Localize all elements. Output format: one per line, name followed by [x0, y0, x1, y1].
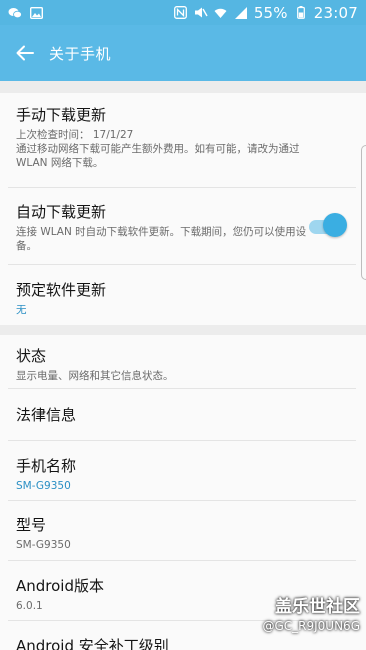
status-item[interactable]: 状态 显示电量、网络和其它信息状态。 — [0, 335, 366, 389]
battery-icon — [294, 6, 308, 19]
item-value: SM-G9350 — [16, 539, 71, 551]
page-title: 关于手机 — [49, 44, 112, 63]
item-title: 法律信息 — [16, 406, 77, 424]
item-title: Android 安全补丁级别 — [16, 637, 169, 650]
item-description: 通过移动网络下载可能产生额外费用。如有可能，请改为通过 WLAN 网络下载。 — [16, 143, 300, 169]
mute-icon — [194, 7, 208, 19]
item-title: Android版本 — [16, 577, 104, 595]
auto-update-toggle[interactable] — [309, 213, 347, 241]
signal-icon — [234, 6, 248, 19]
image-icon — [29, 6, 43, 19]
device-name-item[interactable]: 手机名称 SM-G9350 — [0, 441, 366, 501]
settings-list: 手动下载更新 上次检查时间： 17/1/27 通过移动网络下载可能产生额外费用。… — [0, 81, 366, 650]
last-check-text: 上次检查时间： 17/1/27 — [16, 129, 134, 141]
item-title: 手机名称 — [16, 457, 77, 475]
item-description: 连接 WLAN 时自动下载软件更新。下载期间，您仍可以使用设备。 — [16, 226, 307, 252]
wechat-icon — [8, 7, 22, 19]
watermark-user: @GC_R9J0UN6G — [262, 619, 360, 633]
item-value: SM-G9350 — [16, 480, 71, 492]
watermark: 盖乐世社区 @GC_R9J0UN6G — [262, 596, 360, 634]
watermark-brand: 盖乐世社区 — [275, 597, 360, 617]
arrow-left-icon — [16, 45, 34, 61]
clock: 23:07 — [313, 3, 358, 22]
item-title: 状态 — [16, 347, 47, 365]
legal-info-item[interactable]: 法律信息 — [0, 389, 366, 441]
battery-level: 55% — [253, 3, 288, 22]
updates-card: 手动下载更新 上次检查时间： 17/1/27 通过移动网络下载可能产生额外费用。… — [0, 93, 366, 325]
item-description: 显示电量、网络和其它信息状态。 — [16, 370, 174, 382]
section-gap — [0, 325, 366, 335]
item-title: 型号 — [16, 516, 47, 534]
auto-download-update-item[interactable]: 自动下载更新 连接 WLAN 时自动下载软件更新。下载期间，您仍可以使用设备。 — [0, 188, 366, 265]
app-bar: 关于手机 — [0, 25, 366, 81]
scheduled-update-item[interactable]: 预定软件更新 无 — [0, 265, 366, 325]
back-button[interactable] — [14, 42, 36, 64]
wifi-icon — [214, 7, 228, 19]
edge-panel-handle[interactable] — [361, 145, 366, 280]
status-bar: 55% 23:07 — [0, 0, 366, 25]
item-value: 无 — [16, 304, 27, 316]
section-gap — [0, 81, 366, 93]
item-title: 预定软件更新 — [16, 281, 107, 299]
toggle-thumb — [323, 213, 347, 237]
model-item: 型号 SM-G9350 — [0, 501, 366, 561]
item-title: 手动下载更新 — [16, 106, 107, 124]
nfc-icon — [174, 6, 188, 19]
manual-download-update-item[interactable]: 手动下载更新 上次检查时间： 17/1/27 通过移动网络下载可能产生额外费用。… — [0, 93, 366, 188]
